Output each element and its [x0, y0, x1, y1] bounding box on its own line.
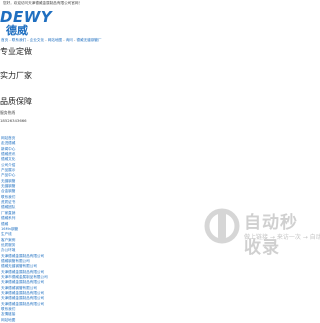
link-factory[interactable]: 德威无缝钢管厂: [76, 38, 101, 42]
logo-zh: 德威: [6, 24, 28, 37]
watermark-subtitle: 做上链接 → 来访一次 → 自动收录: [244, 234, 320, 241]
top-links: 首页 - 联系我们 - 企业文化 - 网站地图 - 询问 - 德威无缝钢管厂: [0, 38, 102, 43]
link-contact[interactable]: 联系我们: [12, 38, 26, 42]
heading-factory: 实力厂家: [0, 71, 32, 80]
link-culture[interactable]: 企业文化: [30, 38, 44, 42]
phone-number: 18526343666: [0, 118, 27, 123]
link-sitemap[interactable]: 网站地图: [48, 38, 62, 42]
list-link-item[interactable]: 天津德威金属制品有限公司: [0, 280, 48, 285]
link-inquiry[interactable]: 询问: [66, 38, 73, 42]
logo[interactable]: DEWY 德威: [0, 10, 52, 38]
logo-en: DEWY: [0, 8, 53, 26]
link-list: 网站首页 走进德威 新闻中心 德威资讯 德威文化 公司介绍 产品展示 产品中心 无缝钢管 无缝钢管…: [0, 136, 48, 323]
heading-quality: 品质保障: [0, 97, 32, 106]
heading-custom: 专业定做: [0, 47, 32, 56]
list-link-item[interactable]: 天津德威金属制品有限公司: [0, 296, 48, 301]
list-link-item[interactable]: 网站地图: [0, 318, 48, 323]
watermark-logo-icon: [204, 208, 240, 244]
phone-label: 服务热线: [0, 110, 16, 115]
top-notice: 您好，欢迎访问天津德威金属制品有限公司官网！: [3, 1, 83, 5]
watermark: 自动秒收录 做上链接 → 来访一次 → 自动收录: [200, 204, 320, 274]
